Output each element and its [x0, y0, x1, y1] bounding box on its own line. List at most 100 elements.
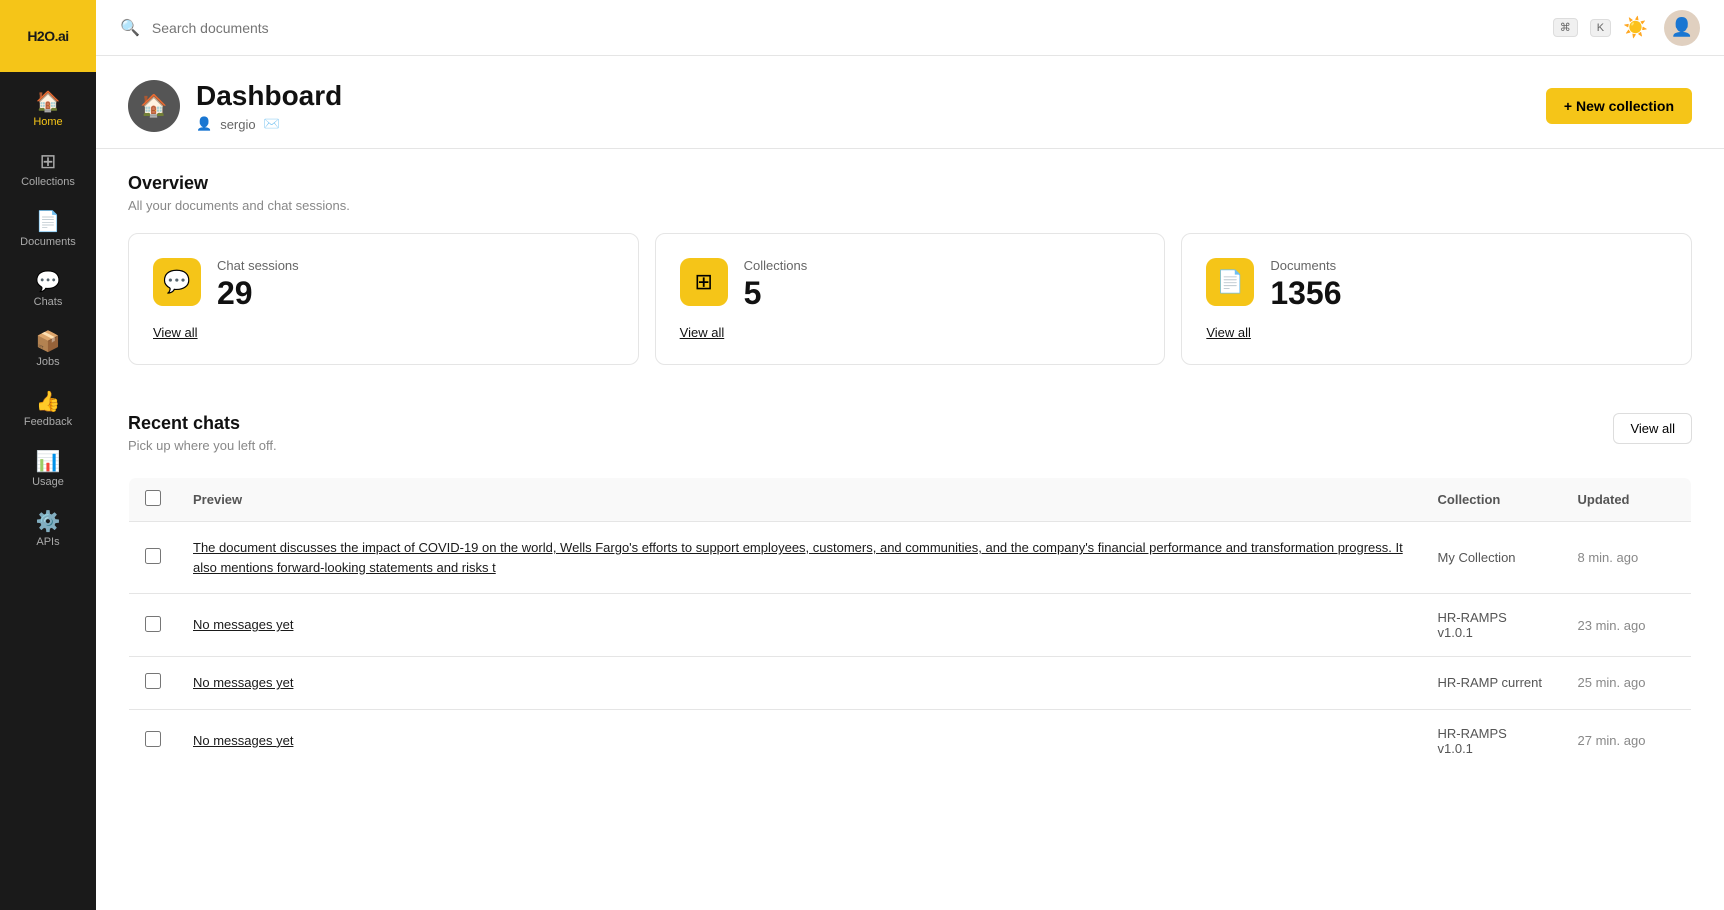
stat-value-documents: 1356 [1270, 277, 1341, 309]
row-updated-cell-1: 23 min. ago [1562, 594, 1692, 657]
row-preview-link-3[interactable]: No messages yet [193, 733, 293, 748]
stat-card-collections: ⊞ Collections 5 View all [655, 233, 1166, 365]
recent-chats-view-all-button[interactable]: View all [1613, 413, 1692, 444]
sidebar-item-usage[interactable]: 📊 Usage [0, 440, 96, 500]
sidebar-item-jobs[interactable]: 📦 Jobs [0, 320, 96, 380]
stat-info-chat-sessions: Chat sessions 29 [217, 258, 299, 309]
stat-info-collections: Collections 5 [744, 258, 808, 309]
feedback-icon: 👍 [36, 392, 61, 412]
stat-info-documents: Documents 1356 [1270, 258, 1341, 309]
row-collection-text-3: HR-RAMPS v1.0.1 [1438, 726, 1507, 756]
new-collection-button[interactable]: + New collection [1546, 88, 1692, 124]
col-header-collection: Collection [1422, 478, 1562, 522]
sidebar-item-apis[interactable]: ⚙️ APIs [0, 500, 96, 560]
sidebar-item-feedback[interactable]: 👍 Feedback [0, 380, 96, 440]
stat-label-documents: Documents [1270, 258, 1341, 273]
row-preview-link-1[interactable]: No messages yet [193, 617, 293, 632]
row-updated-text-0: 8 min. ago [1578, 550, 1639, 565]
collections-icon: ⊞ [40, 152, 57, 172]
row-collection-cell-1: HR-RAMPS v1.0.1 [1422, 594, 1562, 657]
kbd-meta: ⌘ [1553, 18, 1578, 37]
kbd-k: K [1590, 19, 1611, 37]
stat-card-documents: 📄 Documents 1356 View all [1181, 233, 1692, 365]
jobs-icon: 📦 [36, 332, 61, 352]
overview-title: Overview [128, 173, 1692, 194]
stat-card-top-collections: ⊞ Collections 5 [680, 258, 1141, 309]
sidebar-item-label-home: Home [33, 116, 62, 128]
sidebar-item-label-usage: Usage [32, 476, 64, 488]
new-collection-label: + New collection [1564, 98, 1674, 114]
row-checkbox-2[interactable] [145, 673, 161, 689]
row-checkbox-cell-0 [129, 522, 178, 594]
view-all-label: View all [1630, 421, 1675, 436]
page-header: 🏠 Dashboard 👤 sergio ✉️ + New collection [96, 56, 1724, 149]
chats-table: Preview Collection Updated The [128, 477, 1692, 773]
chats-table-head: Preview Collection Updated [129, 478, 1692, 522]
table-row: No messages yet HR-RAMP current 25 min. … [129, 657, 1692, 710]
page-header-left: 🏠 Dashboard 👤 sergio ✉️ [128, 80, 342, 132]
dashboard-icon: 🏠 [128, 80, 180, 132]
sidebar-item-collections[interactable]: ⊞ Collections [0, 140, 96, 200]
page-title: Dashboard [196, 80, 342, 112]
stat-view-all-link-documents[interactable]: View all [1206, 325, 1667, 340]
row-updated-cell-0: 8 min. ago [1562, 522, 1692, 594]
stat-card-top-documents: 📄 Documents 1356 [1206, 258, 1667, 309]
sidebar-item-label-documents: Documents [20, 236, 76, 248]
sidebar-item-home[interactable]: 🏠 Home [0, 80, 96, 140]
select-all-checkbox[interactable] [145, 490, 161, 506]
main-content: 🔍 ⌘ K ☀️ 👤 🏠 Dashboard 👤 sergio ✉️ [96, 0, 1724, 910]
sidebar-item-chats[interactable]: 💬 Chats [0, 260, 96, 320]
row-updated-text-2: 25 min. ago [1578, 675, 1646, 690]
row-preview-link-0[interactable]: The document discusses the impact of COV… [193, 540, 1403, 575]
table-row: No messages yet HR-RAMPS v1.0.1 27 min. … [129, 709, 1692, 772]
stat-view-all-link-chat-sessions[interactable]: View all [153, 325, 614, 340]
stat-label-chat-sessions: Chat sessions [217, 258, 299, 273]
search-icon: 🔍 [120, 18, 140, 38]
row-checkbox-cell-3 [129, 709, 178, 772]
app-logo[interactable]: H2O.ai [0, 0, 96, 72]
row-updated-cell-3: 27 min. ago [1562, 709, 1692, 772]
recent-chats-title: Recent chats [128, 413, 277, 434]
row-preview-cell-2: No messages yet [177, 657, 1422, 710]
row-collection-text-0: My Collection [1438, 550, 1516, 565]
row-checkbox-3[interactable] [145, 731, 161, 747]
row-preview-cell-3: No messages yet [177, 709, 1422, 772]
table-row: The document discusses the impact of COV… [129, 522, 1692, 594]
topbar-actions: ☀️ 👤 [1623, 10, 1700, 46]
username-label: sergio [220, 117, 255, 132]
row-checkbox-0[interactable] [145, 548, 161, 564]
chats-icon: 💬 [36, 272, 61, 292]
row-checkbox-1[interactable] [145, 616, 161, 632]
sidebar-item-label-collections: Collections [21, 176, 75, 188]
col-header-preview: Preview [177, 478, 1422, 522]
row-updated-cell-2: 25 min. ago [1562, 657, 1692, 710]
row-collection-text-2: HR-RAMP current [1438, 675, 1543, 690]
stat-value-chat-sessions: 29 [217, 277, 299, 309]
row-preview-cell-1: No messages yet [177, 594, 1422, 657]
sidebar-nav: 🏠 Home ⊞ Collections 📄 Documents 💬 Chats… [0, 72, 96, 560]
recent-chats-subtitle: Pick up where you left off. [128, 438, 277, 453]
col-header-updated: Updated [1562, 478, 1692, 522]
sidebar-item-documents[interactable]: 📄 Documents [0, 200, 96, 260]
stat-icon-collections: ⊞ [680, 258, 728, 306]
recent-chats-section: Recent chats Pick up where you left off.… [96, 389, 1724, 797]
usage-icon: 📊 [36, 452, 61, 472]
stat-card-top-chat-sessions: 💬 Chat sessions 29 [153, 258, 614, 309]
row-checkbox-cell-2 [129, 657, 178, 710]
search-input[interactable] [152, 20, 1541, 36]
home-icon: 🏠 [36, 92, 61, 112]
row-preview-cell-0: The document discusses the impact of COV… [177, 522, 1422, 594]
row-preview-link-2[interactable]: No messages yet [193, 675, 293, 690]
overview-section: Overview All your documents and chat ses… [96, 149, 1724, 389]
email-icon: ✉️ [264, 116, 280, 132]
stat-icon-documents: 📄 [1206, 258, 1254, 306]
row-collection-text-1: HR-RAMPS v1.0.1 [1438, 610, 1507, 640]
theme-toggle-button[interactable]: ☀️ [1623, 15, 1648, 40]
stat-card-chat-sessions: 💬 Chat sessions 29 View all [128, 233, 639, 365]
sidebar-item-label-apis: APIs [36, 536, 59, 548]
documents-icon: 📄 [36, 212, 61, 232]
stat-view-all-link-collections[interactable]: View all [680, 325, 1141, 340]
row-updated-text-1: 23 min. ago [1578, 618, 1646, 633]
user-avatar-button[interactable]: 👤 [1664, 10, 1700, 46]
recent-chats-header: Recent chats Pick up where you left off.… [128, 413, 1692, 473]
